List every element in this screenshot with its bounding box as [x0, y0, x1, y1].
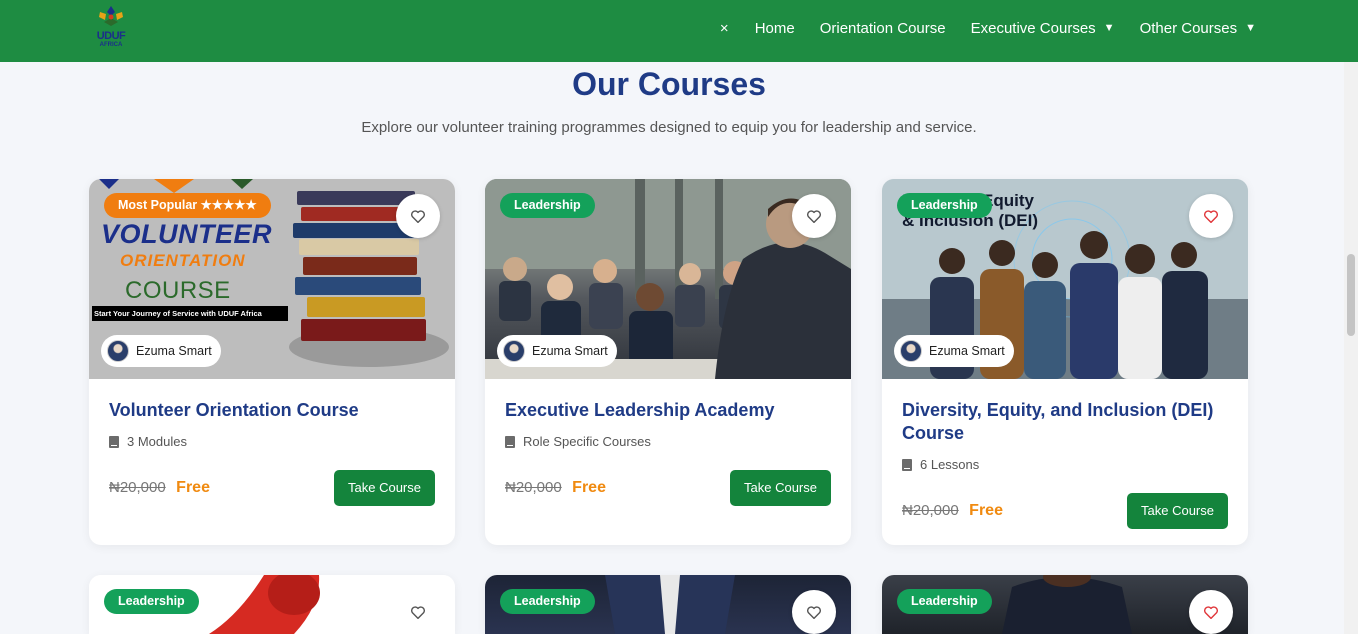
close-icon[interactable]: ×: [720, 20, 729, 37]
nav-item-label: Home: [754, 19, 795, 37]
heart-outline-icon: [807, 605, 821, 619]
nav-item-other-courses[interactable]: Other Courses ▼: [1140, 20, 1256, 37]
course-image[interactable]: Leadership: [882, 575, 1248, 634]
category-badge: Leadership: [897, 589, 992, 614]
course-title[interactable]: Executive Leadership Academy: [505, 399, 831, 422]
take-course-button[interactable]: Take Course: [334, 470, 435, 506]
price-row: ₦20,000 Free Take Course: [109, 470, 435, 506]
author-chip[interactable]: Ezuma Smart: [101, 335, 221, 367]
course-card: VOLUNTEER ORIENTATION COURSE Start Your …: [89, 179, 455, 545]
nav-item-home[interactable]: Home: [755, 20, 795, 37]
author-chip[interactable]: Ezuma Smart: [894, 335, 1014, 367]
avatar: [900, 340, 922, 362]
course-title[interactable]: Diversity, Equity, and Inclusion (DEI) C…: [902, 399, 1228, 445]
nav-item-label: Other Courses: [1139, 19, 1238, 37]
course-title[interactable]: Volunteer Orientation Course: [109, 399, 435, 422]
book-icon: [505, 435, 515, 448]
nav-item-executive-courses[interactable]: Executive Courses ▼: [971, 20, 1115, 37]
card-body: Executive Leadership Academy Role Specif…: [485, 379, 851, 506]
cover-tagline: Start Your Journey of Service with UDUF …: [92, 306, 288, 321]
favorite-button[interactable]: [792, 194, 836, 238]
favorite-button[interactable]: [396, 590, 440, 634]
old-price: ₦20,000: [505, 479, 562, 496]
course-card: Leadership: [882, 575, 1248, 634]
section-title: Our Courses: [572, 66, 766, 102]
course-card: Leadership: [485, 575, 851, 634]
course-meta: 6 Lessons: [902, 457, 1228, 472]
heart-outline-icon: [411, 209, 425, 223]
current-price: Free: [176, 479, 210, 496]
popular-badge: Most Popular ★★★★★: [104, 193, 271, 218]
course-card: Diversity, Equity & Inclusion (DEI) Lead…: [882, 179, 1248, 545]
site-header: UDUF AFRICA × Home Orientation Course Ex…: [0, 0, 1358, 62]
scrollbar-thumb[interactable]: [1347, 254, 1355, 336]
course-image[interactable]: VOLUNTEER ORIENTATION COURSE Start Your …: [89, 179, 455, 379]
scrollbar-track[interactable]: [1344, 62, 1358, 634]
favorite-button[interactable]: [792, 590, 836, 634]
logo-subtext: AFRICA: [99, 42, 123, 48]
price: ₦20,000 Free: [505, 479, 606, 497]
course-meta-text: 6 Lessons: [920, 457, 980, 472]
avatar: [503, 340, 525, 362]
heart-outline-icon: [807, 209, 821, 223]
uduf-logo[interactable]: UDUF AFRICA: [94, 4, 128, 50]
course-image[interactable]: Diversity, Equity & Inclusion (DEI) Lead…: [882, 179, 1248, 379]
old-price: ₦20,000: [902, 502, 959, 519]
course-meta-text: Role Specific Courses: [523, 434, 651, 449]
nav-item-orientation-course[interactable]: Orientation Course: [820, 20, 946, 37]
cover-line-3: COURSE: [125, 277, 231, 304]
course-meta-text: 3 Modules: [127, 434, 187, 449]
take-course-button[interactable]: Take Course: [1127, 493, 1228, 529]
book-icon: [109, 435, 119, 448]
card-body: Volunteer Orientation Course 3 Modules ₦…: [89, 379, 455, 506]
nav-item-label: Orientation Course: [819, 19, 946, 37]
favorite-button[interactable]: [396, 194, 440, 238]
author-name: Ezuma Smart: [136, 344, 212, 358]
card-body: Diversity, Equity, and Inclusion (DEI) C…: [882, 379, 1248, 529]
heart-outline-red-icon: [1204, 209, 1218, 223]
book-icon: [902, 458, 912, 471]
logo-emblem-icon: [99, 6, 123, 26]
price-row: ₦20,000 Free Take Course: [902, 493, 1228, 529]
author-chip[interactable]: Ezuma Smart: [497, 335, 617, 367]
category-badge: Leadership: [500, 589, 595, 614]
cover-line-2: ORIENTATION: [120, 251, 246, 270]
chevron-down-icon: ▼: [1245, 22, 1256, 34]
course-meta: 3 Modules: [109, 434, 435, 449]
avatar: [107, 340, 129, 362]
old-price: ₦20,000: [109, 479, 166, 496]
category-badge: Leadership: [104, 589, 199, 614]
category-badge: Leadership: [500, 193, 595, 218]
main-nav: × Home Orientation Course Executive Cour…: [720, 0, 1256, 56]
chevron-down-icon: ▼: [1103, 22, 1115, 34]
favorite-button[interactable]: [1189, 590, 1233, 634]
price: ₦20,000 Free: [109, 479, 210, 497]
nav-item-label: Executive Courses: [970, 19, 1096, 37]
current-price: Free: [969, 502, 1003, 519]
price-row: ₦20,000 Free Take Course: [505, 470, 831, 506]
author-name: Ezuma Smart: [929, 344, 1005, 358]
category-badge: Leadership: [897, 193, 992, 218]
heart-outline-icon: [411, 605, 425, 619]
course-image[interactable]: Leadership: [89, 575, 455, 634]
heart-outline-red-icon: [1204, 605, 1218, 619]
current-price: Free: [572, 479, 606, 496]
course-card: Leadership: [89, 575, 455, 634]
cover-line-1: VOLUNTEER: [101, 219, 273, 249]
section-subtitle: Explore our volunteer training programme…: [361, 119, 977, 136]
course-card: Leadership Ezuma Smart Executive Leaders…: [485, 179, 851, 545]
author-name: Ezuma Smart: [532, 344, 608, 358]
course-image[interactable]: Leadership Ezuma Smart: [485, 179, 851, 379]
take-course-button[interactable]: Take Course: [730, 470, 831, 506]
logo-wordmark: UDUF: [96, 30, 126, 42]
favorite-button[interactable]: [1189, 194, 1233, 238]
price: ₦20,000 Free: [902, 502, 1003, 520]
course-image[interactable]: Leadership: [485, 575, 851, 634]
course-meta: Role Specific Courses: [505, 434, 831, 449]
